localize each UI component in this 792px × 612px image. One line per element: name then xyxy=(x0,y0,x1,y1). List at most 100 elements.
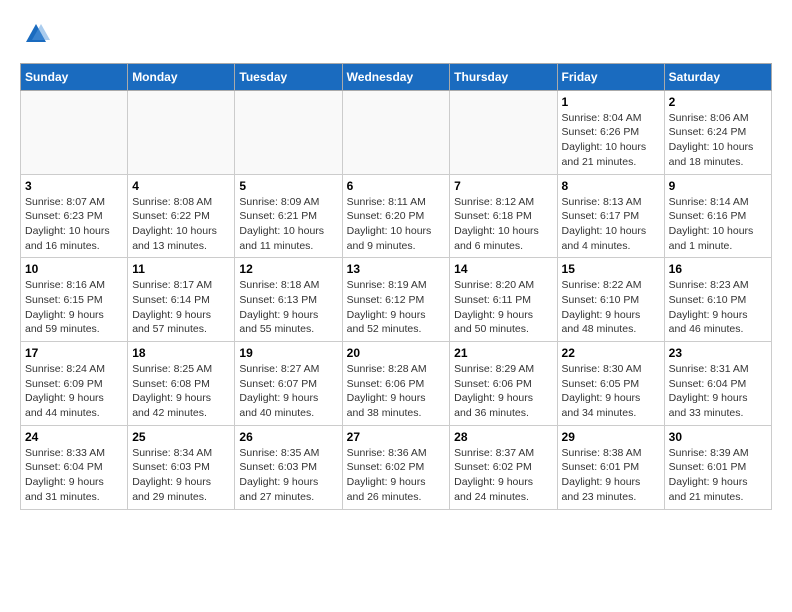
day-info: Sunrise: 8:22 AMSunset: 6:10 PMDaylight:… xyxy=(562,278,660,337)
calendar-cell: 24 Sunrise: 8:33 AMSunset: 6:04 PMDayligh… xyxy=(21,425,128,509)
calendar-week-3: 10Sunrise: 8:16 AMSunset: 6:15 PMDayligh… xyxy=(21,258,772,342)
calendar-cell: 13 Sunrise: 8:19 AMSunset: 6:12 PMDayligh… xyxy=(342,258,450,342)
calendar-week-2: 3Sunrise: 8:07 AMSunset: 6:23 PMDaylight… xyxy=(21,174,772,258)
day-number: 10 xyxy=(25,262,123,276)
day-number: 4 xyxy=(132,179,230,193)
calendar-cell: 20 Sunrise: 8:28 AMSunset: 6:06 PMDayligh… xyxy=(342,342,450,426)
day-number: 17 xyxy=(25,346,123,360)
calendar-cell: 21Sunrise: 8:29 AMSunset: 6:06 PMDayligh… xyxy=(450,342,557,426)
day-info: Sunrise: 8:25 AMSunset: 6:08 PMDaylight:… xyxy=(132,362,230,421)
day-info: Sunrise: 8:37 AMSunset: 6:02 PMDaylight:… xyxy=(454,446,552,505)
day-number: 20 xyxy=(347,346,446,360)
calendar-cell: 29 Sunrise: 8:38 AMSunset: 6:01 PMDayligh… xyxy=(557,425,664,509)
calendar-cell xyxy=(235,90,342,174)
col-header-thursday: Thursday xyxy=(450,63,557,90)
day-number: 14 xyxy=(454,262,552,276)
col-header-sunday: Sunday xyxy=(21,63,128,90)
calendar-cell: 8 Sunrise: 8:13 AMSunset: 6:17 PMDaylight… xyxy=(557,174,664,258)
calendar-cell: 5 Sunrise: 8:09 AMSunset: 6:21 PMDaylight… xyxy=(235,174,342,258)
day-info: Sunrise: 8:23 AMSunset: 6:10 PMDaylight:… xyxy=(669,278,767,337)
calendar-table: SundayMondayTuesdayWednesdayThursdayFrid… xyxy=(20,63,772,510)
day-number: 7 xyxy=(454,179,552,193)
day-number: 28 xyxy=(454,430,552,444)
day-number: 23 xyxy=(669,346,767,360)
calendar-cell: 9Sunrise: 8:14 AMSunset: 6:16 PMDaylight… xyxy=(664,174,771,258)
day-number: 8 xyxy=(562,179,660,193)
calendar-cell: 11 Sunrise: 8:17 AMSunset: 6:14 PMDayligh… xyxy=(128,258,235,342)
day-number: 26 xyxy=(239,430,337,444)
calendar-cell: 6 Sunrise: 8:11 AMSunset: 6:20 PMDaylight… xyxy=(342,174,450,258)
calendar-cell xyxy=(450,90,557,174)
day-info: Sunrise: 8:24 AMSunset: 6:09 PMDaylight:… xyxy=(25,362,123,421)
day-info: Sunrise: 8:07 AMSunset: 6:23 PMDaylight:… xyxy=(25,195,123,254)
calendar-week-1: 1Sunrise: 8:04 AMSunset: 6:26 PMDaylight… xyxy=(21,90,772,174)
calendar-cell: 26 Sunrise: 8:35 AMSunset: 6:03 PMDayligh… xyxy=(235,425,342,509)
day-info: Sunrise: 8:31 AMSunset: 6:04 PMDaylight:… xyxy=(669,362,767,421)
calendar-cell xyxy=(342,90,450,174)
day-number: 15 xyxy=(562,262,660,276)
page-header xyxy=(20,20,772,53)
day-number: 12 xyxy=(239,262,337,276)
day-info: Sunrise: 8:39 AMSunset: 6:01 PMDaylight:… xyxy=(669,446,767,505)
calendar-cell: 4Sunrise: 8:08 AMSunset: 6:22 PMDaylight… xyxy=(128,174,235,258)
day-number: 22 xyxy=(562,346,660,360)
calendar-cell: 28 Sunrise: 8:37 AMSunset: 6:02 PMDayligh… xyxy=(450,425,557,509)
day-number: 25 xyxy=(132,430,230,444)
day-info: Sunrise: 8:11 AMSunset: 6:20 PMDaylight:… xyxy=(347,195,446,254)
calendar-cell: 14 Sunrise: 8:20 AMSunset: 6:11 PMDayligh… xyxy=(450,258,557,342)
calendar-cell xyxy=(21,90,128,174)
day-number: 11 xyxy=(132,262,230,276)
day-number: 6 xyxy=(347,179,446,193)
col-header-wednesday: Wednesday xyxy=(342,63,450,90)
calendar-cell: 19Sunrise: 8:27 AMSunset: 6:07 PMDayligh… xyxy=(235,342,342,426)
day-number: 16 xyxy=(669,262,767,276)
calendar-cell: 18 Sunrise: 8:25 AMSunset: 6:08 PMDayligh… xyxy=(128,342,235,426)
day-info: Sunrise: 8:06 AMSunset: 6:24 PMDaylight:… xyxy=(669,111,767,170)
logo xyxy=(20,20,50,53)
logo-icon xyxy=(22,20,50,48)
day-number: 13 xyxy=(347,262,446,276)
day-number: 19 xyxy=(239,346,337,360)
day-number: 9 xyxy=(669,179,767,193)
day-number: 1 xyxy=(562,95,660,109)
day-number: 18 xyxy=(132,346,230,360)
calendar-cell xyxy=(128,90,235,174)
day-info: Sunrise: 8:33 AMSunset: 6:04 PMDaylight:… xyxy=(25,446,123,505)
calendar-cell: 22 Sunrise: 8:30 AMSunset: 6:05 PMDayligh… xyxy=(557,342,664,426)
col-header-tuesday: Tuesday xyxy=(235,63,342,90)
day-info: Sunrise: 8:12 AMSunset: 6:18 PMDaylight:… xyxy=(454,195,552,254)
col-header-saturday: Saturday xyxy=(664,63,771,90)
day-number: 30 xyxy=(669,430,767,444)
calendar-header-row: SundayMondayTuesdayWednesdayThursdayFrid… xyxy=(21,63,772,90)
calendar-cell: 30 Sunrise: 8:39 AMSunset: 6:01 PMDayligh… xyxy=(664,425,771,509)
day-number: 5 xyxy=(239,179,337,193)
calendar-week-5: 24 Sunrise: 8:33 AMSunset: 6:04 PMDayligh… xyxy=(21,425,772,509)
day-info: Sunrise: 8:09 AMSunset: 6:21 PMDaylight:… xyxy=(239,195,337,254)
calendar-cell: 25Sunrise: 8:34 AMSunset: 6:03 PMDayligh… xyxy=(128,425,235,509)
day-info: Sunrise: 8:38 AMSunset: 6:01 PMDaylight:… xyxy=(562,446,660,505)
day-info: Sunrise: 8:18 AMSunset: 6:13 PMDaylight:… xyxy=(239,278,337,337)
day-info: Sunrise: 8:29 AMSunset: 6:06 PMDaylight:… xyxy=(454,362,552,421)
calendar-cell: 12 Sunrise: 8:18 AMSunset: 6:13 PMDayligh… xyxy=(235,258,342,342)
calendar-cell: 15 Sunrise: 8:22 AMSunset: 6:10 PMDayligh… xyxy=(557,258,664,342)
calendar-cell: 16 Sunrise: 8:23 AMSunset: 6:10 PMDayligh… xyxy=(664,258,771,342)
day-number: 24 xyxy=(25,430,123,444)
day-number: 2 xyxy=(669,95,767,109)
day-info: Sunrise: 8:19 AMSunset: 6:12 PMDaylight:… xyxy=(347,278,446,337)
col-header-monday: Monday xyxy=(128,63,235,90)
col-header-friday: Friday xyxy=(557,63,664,90)
day-info: Sunrise: 8:17 AMSunset: 6:14 PMDaylight:… xyxy=(132,278,230,337)
day-info: Sunrise: 8:20 AMSunset: 6:11 PMDaylight:… xyxy=(454,278,552,337)
day-info: Sunrise: 8:28 AMSunset: 6:06 PMDaylight:… xyxy=(347,362,446,421)
calendar-cell: 1Sunrise: 8:04 AMSunset: 6:26 PMDaylight… xyxy=(557,90,664,174)
day-info: Sunrise: 8:13 AMSunset: 6:17 PMDaylight:… xyxy=(562,195,660,254)
calendar-cell: 27Sunrise: 8:36 AMSunset: 6:02 PMDayligh… xyxy=(342,425,450,509)
calendar-cell: 23 Sunrise: 8:31 AMSunset: 6:04 PMDayligh… xyxy=(664,342,771,426)
day-info: Sunrise: 8:35 AMSunset: 6:03 PMDaylight:… xyxy=(239,446,337,505)
day-info: Sunrise: 8:30 AMSunset: 6:05 PMDaylight:… xyxy=(562,362,660,421)
calendar-cell: 17 Sunrise: 8:24 AMSunset: 6:09 PMDayligh… xyxy=(21,342,128,426)
calendar-cell: 2 Sunrise: 8:06 AMSunset: 6:24 PMDaylight… xyxy=(664,90,771,174)
day-number: 29 xyxy=(562,430,660,444)
day-number: 27 xyxy=(347,430,446,444)
calendar-cell: 7 Sunrise: 8:12 AMSunset: 6:18 PMDaylight… xyxy=(450,174,557,258)
